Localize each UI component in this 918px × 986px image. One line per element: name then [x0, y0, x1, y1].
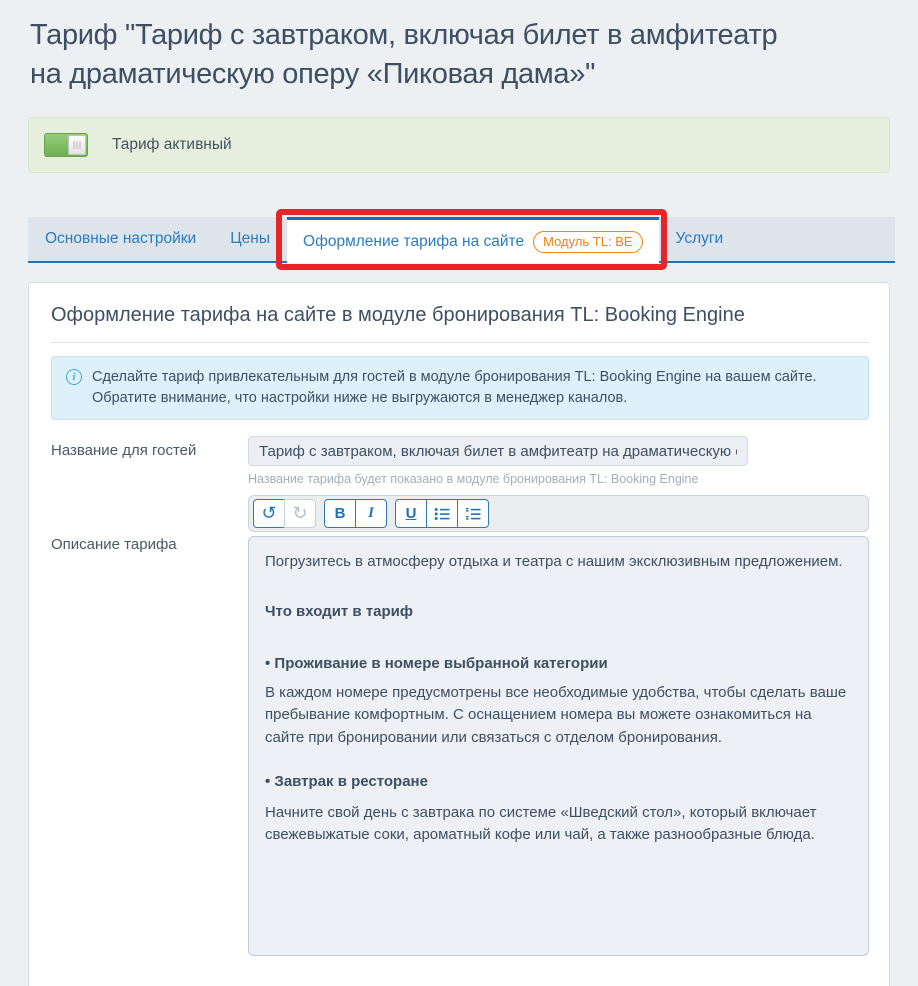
- guest-name-input[interactable]: [248, 436, 748, 466]
- description-paragraph: • Завтрак в ресторане: [265, 773, 428, 790]
- tab-site-appearance-label: Оформление тарифа на сайте: [303, 232, 525, 250]
- description-paragraph: • Проживание в номере выбранной категори…: [265, 655, 608, 672]
- numbered-list-icon: [466, 507, 481, 520]
- guest-name-label: Название для гостей: [51, 442, 197, 459]
- status-banner: Тариф активный: [28, 117, 890, 173]
- underline-button[interactable]: U: [395, 499, 427, 528]
- tab-prices[interactable]: Цены: [213, 217, 287, 261]
- description-paragraph: Начните свой день с завтрака по системе …: [265, 803, 817, 844]
- unordered-list-button[interactable]: [426, 499, 458, 528]
- info-text: Сделайте тариф привлекательным для госте…: [92, 369, 817, 406]
- tab-site-appearance[interactable]: Оформление тарифа на сайте Модуль TL: BE: [276, 209, 667, 270]
- page-title: Тариф "Тариф с завтраком, включая билет …: [30, 19, 778, 90]
- info-box: Сделайте тариф привлекательным для госте…: [51, 356, 869, 420]
- status-banner-label: Тариф активный: [112, 136, 232, 153]
- description-paragraph: Погрузитесь в атмосферу отдыха и театра …: [265, 553, 843, 570]
- guest-name-helper: Название тарифа будет показано в модуле …: [248, 472, 699, 486]
- tab-content-panel: Оформление тарифа на сайте в модуле брон…: [28, 282, 890, 986]
- italic-button[interactable]: I: [355, 499, 387, 528]
- module-tl-be-badge: Модуль TL: BE: [533, 230, 643, 253]
- description-editor[interactable]: Погрузитесь в атмосферу отдыха и театра …: [248, 536, 869, 956]
- ordered-list-button[interactable]: [457, 499, 489, 528]
- editor-toolbar: ↺ ↻ B I U: [248, 495, 869, 532]
- redo-button[interactable]: ↻: [284, 499, 316, 528]
- undo-button[interactable]: ↺: [253, 499, 285, 528]
- toggle-handle-icon: [68, 135, 86, 155]
- description-row: Описание тарифа ↺ ↻ B I U Погрузитесь в …: [51, 486, 869, 956]
- description-paragraph: В каждом номере предусмотрены все необхо…: [265, 683, 847, 746]
- info-circle-icon: [66, 369, 82, 385]
- tab-services[interactable]: Услуги: [659, 217, 741, 261]
- divider: [51, 342, 869, 343]
- description-paragraph: Что входит в тариф: [265, 602, 414, 620]
- tariff-active-toggle[interactable]: [44, 133, 88, 157]
- bullet-list-icon: [434, 507, 450, 520]
- section-heading: Оформление тарифа на сайте в модуле брон…: [51, 304, 745, 326]
- description-label: Описание тарифа: [51, 536, 177, 553]
- guest-name-row: Название для гостей Название тарифа буде…: [51, 436, 869, 486]
- bold-button[interactable]: B: [324, 499, 356, 528]
- tab-bar: Основные настройки Цены Оформление тариф…: [28, 209, 895, 270]
- tab-main-settings[interactable]: Основные настройки: [28, 217, 213, 261]
